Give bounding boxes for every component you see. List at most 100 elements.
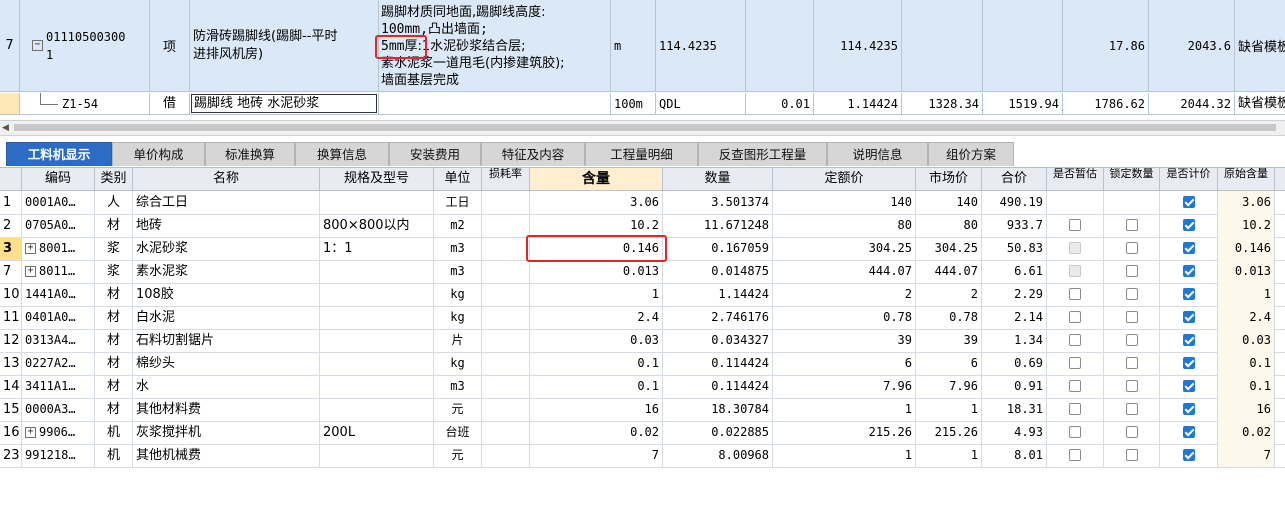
cell-name[interactable]: 白水泥: [133, 306, 320, 329]
checkbox-calc[interactable]: [1182, 287, 1195, 300]
checkbox-temp[interactable]: [1069, 425, 1081, 438]
cell-orig[interactable]: 0.1: [1218, 352, 1275, 375]
horizontal-scrollbar[interactable]: ◀: [0, 120, 1285, 136]
cell-orig[interactable]: 7: [1218, 444, 1275, 467]
expr-cell[interactable]: 114.4235: [656, 0, 746, 92]
cell-code[interactable]: 991218…: [22, 444, 95, 467]
cell-spec[interactable]: [320, 352, 434, 375]
cell-calc[interactable]: [1160, 398, 1218, 421]
cell-kind[interactable]: 机: [95, 444, 133, 467]
cell-qty[interactable]: 8.00968: [663, 444, 773, 467]
header-is-priced[interactable]: 是否计价: [1160, 168, 1218, 190]
header-market-price[interactable]: 市场价: [916, 168, 982, 190]
cell-orig[interactable]: 0.1: [1218, 375, 1275, 398]
header-kind[interactable]: 类别: [95, 168, 133, 190]
cell-loss[interactable]: [482, 283, 530, 306]
cell-code[interactable]: 0401A0…: [22, 306, 95, 329]
cell-loss[interactable]: [482, 191, 530, 214]
cell-name[interactable]: 水: [133, 375, 320, 398]
quota-unit-cell[interactable]: 100m: [611, 93, 656, 115]
checkbox-temp[interactable]: [1069, 379, 1081, 392]
cell-unit[interactable]: 台班: [434, 421, 482, 444]
cell-temp[interactable]: [1047, 237, 1104, 260]
table-row[interactable]: 11 0401A0… 材 白水泥 kg 2.4 2.746176 0.78 0.78 2.14 2.…: [0, 306, 1285, 330]
cell-lock[interactable]: [1104, 421, 1160, 444]
checkbox-lock[interactable]: [1125, 425, 1138, 438]
tab-graphic-quantity[interactable]: 反查图形工程量: [698, 142, 827, 166]
checkbox-calc[interactable]: [1182, 241, 1195, 254]
checkbox-calc[interactable]: [1182, 402, 1195, 415]
table-row[interactable]: 7 +8011… 浆 素水泥浆 m3 0.013 0.014875 444.07 444.07 6…: [0, 260, 1285, 284]
cell-lock[interactable]: [1104, 283, 1160, 306]
cell-temp[interactable]: [1047, 260, 1104, 283]
checkbox-lock[interactable]: [1125, 356, 1138, 369]
header-provisional[interactable]: 是否暂估: [1047, 168, 1104, 190]
cell-orig[interactable]: 2.4: [1218, 306, 1275, 329]
checkbox-calc[interactable]: [1182, 264, 1195, 277]
table-row[interactable]: 14 3411A1… 材 水 m3 0.1 0.114424 7.96 7.96 0.91 0.1: [0, 375, 1285, 399]
cell-market[interactable]: 80: [916, 214, 982, 237]
cell-loss[interactable]: [482, 237, 530, 260]
cell-calc[interactable]: [1160, 444, 1218, 467]
cell-calc[interactable]: [1160, 306, 1218, 329]
unit-cell[interactable]: m: [611, 0, 656, 92]
cell-code[interactable]: 0000A3…: [22, 398, 95, 421]
cell-quota[interactable]: 444.07: [773, 260, 916, 283]
cell-name[interactable]: 石料切割锯片: [133, 329, 320, 352]
cell-name[interactable]: 素水泥浆: [133, 260, 320, 283]
cell-qty[interactable]: 2.746176: [663, 306, 773, 329]
type-cell[interactable]: 项: [150, 0, 190, 92]
cell-spec[interactable]: [320, 444, 434, 467]
cell-content[interactable]: 10.2: [530, 214, 663, 237]
cell-spec[interactable]: 1：1: [320, 237, 434, 260]
cell-content[interactable]: 0.1: [530, 375, 663, 398]
cell-total[interactable]: 2.14: [982, 306, 1047, 329]
tab-pricing-scheme[interactable]: 组价方案: [928, 142, 1014, 166]
cell-kind[interactable]: 材: [95, 329, 133, 352]
name-cell[interactable]: 防滑砖踢脚线(踢脚--平时 进排风机房): [190, 0, 379, 92]
header-quantity[interactable]: 数量: [663, 168, 773, 190]
cell-unit[interactable]: 元: [434, 398, 482, 421]
header-unit[interactable]: 单位: [434, 168, 482, 190]
checkbox-lock[interactable]: [1125, 241, 1138, 254]
cell-orig[interactable]: 3.06: [1218, 191, 1275, 214]
cell-spec[interactable]: [320, 191, 434, 214]
cell-code[interactable]: +8001…: [22, 237, 95, 260]
quota-code-cell[interactable]: Z1-54: [20, 93, 150, 115]
header-code[interactable]: 编码: [22, 168, 95, 190]
cell-market[interactable]: 0.78: [916, 306, 982, 329]
cell-kind[interactable]: 机: [95, 421, 133, 444]
cell-lock[interactable]: [1104, 329, 1160, 352]
table-row[interactable]: 15 0000A3… 材 其他材料费 元 16 18.30784 1 1 18.31 16: [0, 398, 1285, 422]
checkbox-calc[interactable]: [1182, 218, 1195, 231]
cell-kind[interactable]: 材: [95, 214, 133, 237]
cell-code[interactable]: +9906…: [22, 421, 95, 444]
cell-quota[interactable]: 215.26: [773, 421, 916, 444]
checkbox-calc[interactable]: [1182, 310, 1195, 323]
cell-loss[interactable]: [482, 444, 530, 467]
cell-kind[interactable]: 浆: [95, 260, 133, 283]
cell-kind[interactable]: 材: [95, 375, 133, 398]
checkbox-temp[interactable]: [1069, 333, 1081, 346]
header-quota-price[interactable]: 定额价: [773, 168, 916, 190]
cell-lock[interactable]: [1104, 306, 1160, 329]
cell-temp[interactable]: [1047, 191, 1104, 214]
cell-market[interactable]: 6: [916, 352, 982, 375]
cell-spec[interactable]: [320, 398, 434, 421]
cell-calc[interactable]: [1160, 421, 1218, 444]
cell-lock[interactable]: [1104, 444, 1160, 467]
cell-quota[interactable]: 1: [773, 398, 916, 421]
cell-lock[interactable]: [1104, 214, 1160, 237]
cell-name[interactable]: 108胶: [133, 283, 320, 306]
cell-name[interactable]: 棉纱头: [133, 352, 320, 375]
cell-temp[interactable]: [1047, 214, 1104, 237]
factor-cell[interactable]: [746, 0, 814, 92]
cell-quota[interactable]: 2: [773, 283, 916, 306]
cell-temp[interactable]: [1047, 375, 1104, 398]
header-lock-quantity[interactable]: 锁定数量: [1104, 168, 1160, 190]
header-original-content[interactable]: 原始含量: [1218, 168, 1275, 190]
checkbox-lock[interactable]: [1125, 218, 1138, 231]
cell-kind[interactable]: 材: [95, 306, 133, 329]
cell-content[interactable]: 7: [530, 444, 663, 467]
cell-quota[interactable]: 304.25: [773, 237, 916, 260]
